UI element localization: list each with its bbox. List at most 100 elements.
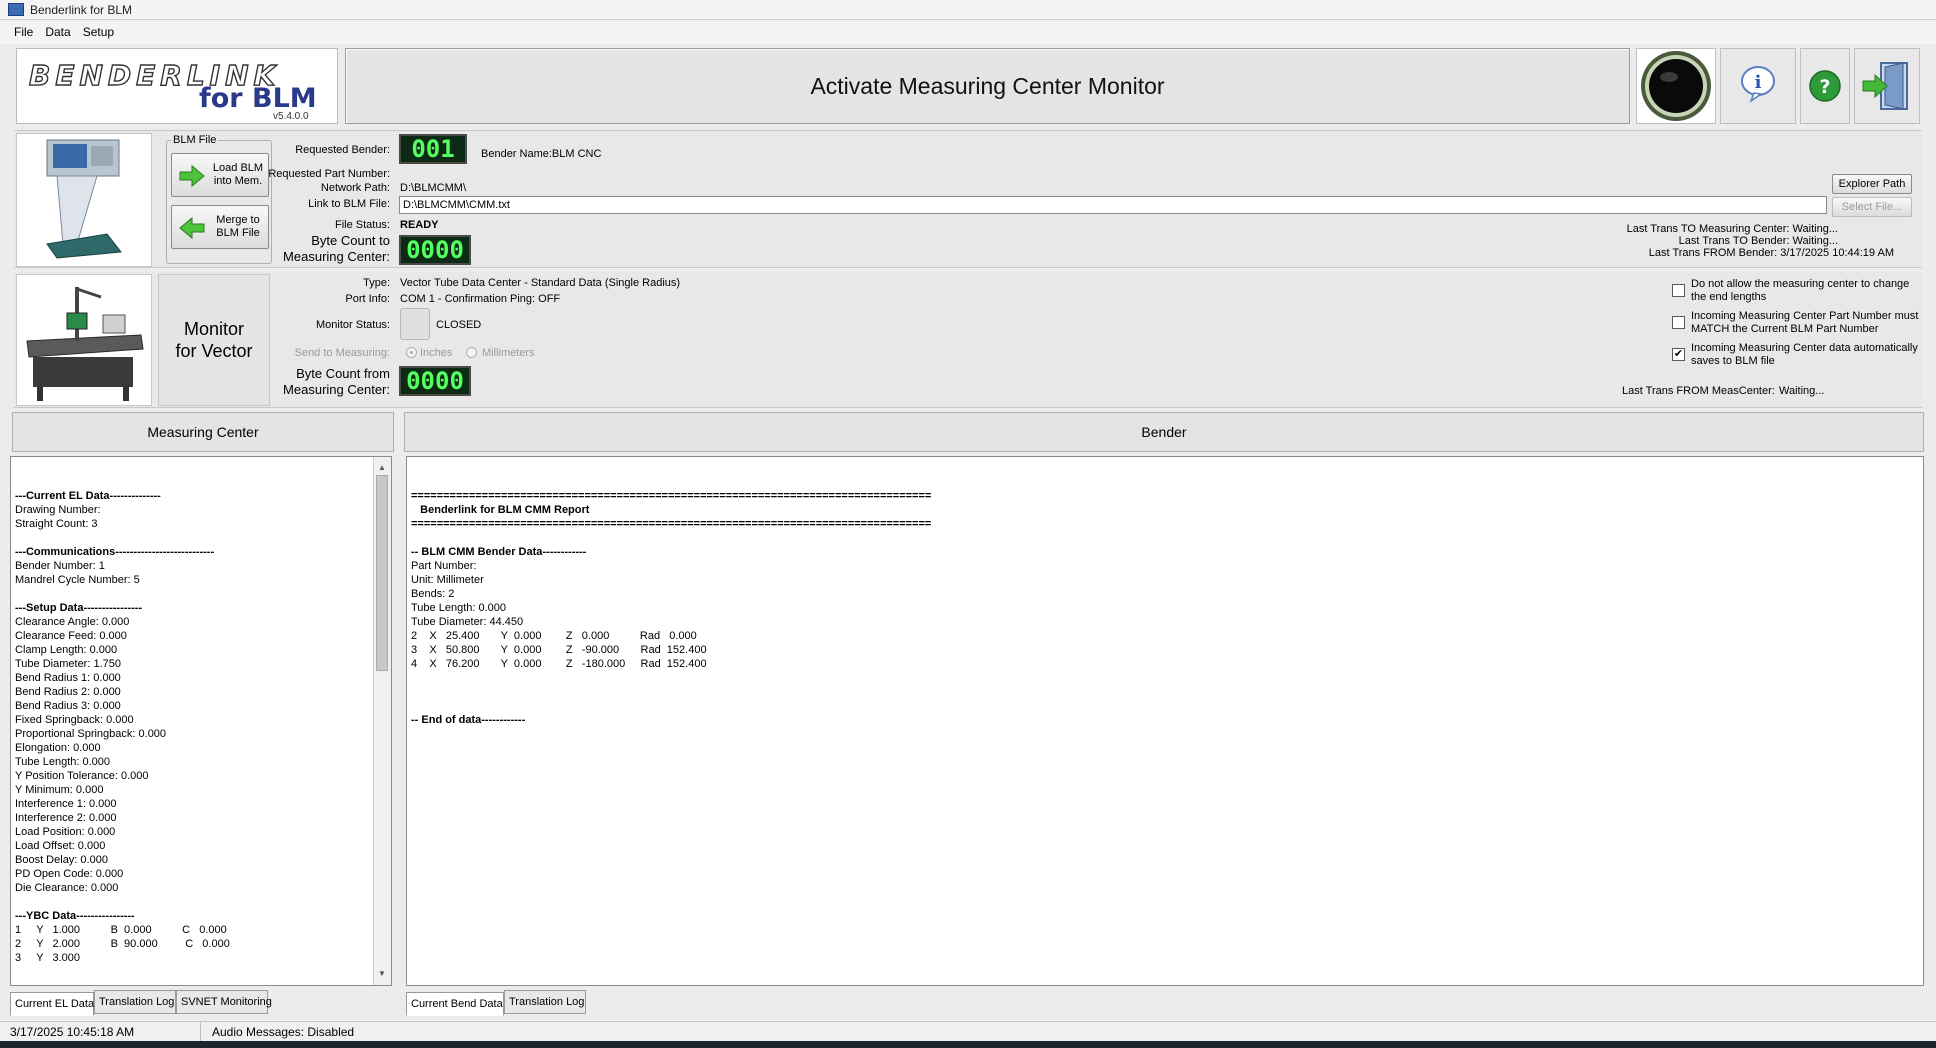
millimeters-label: Millimeters — [482, 347, 535, 359]
text-line: Tube Length: 0.000 — [15, 756, 111, 768]
bender-header: Bender — [404, 412, 1924, 452]
byte-count-from-display: 0000 — [399, 366, 471, 396]
monitor-title-2: for Vector — [175, 341, 253, 361]
send-to-measuring-label: Send to Measuring: — [294, 347, 390, 359]
inches-radio[interactable] — [406, 347, 417, 358]
menu-data[interactable]: Data — [39, 22, 76, 39]
opt-autosave-label-2: saves to BLM file — [1691, 355, 1775, 367]
tab-mc-translation-log[interactable]: Translation Log — [94, 990, 176, 1014]
activate-monitor-banner[interactable]: Activate Measuring Center Monitor — [345, 48, 1630, 124]
record-icon — [1641, 51, 1711, 121]
bender-machine-image — [16, 133, 152, 267]
file-status-value: READY — [400, 219, 439, 231]
monitor-title-1: Monitor — [183, 319, 245, 339]
text-line: Elongation: 0.000 — [15, 742, 101, 754]
scroll-down-icon[interactable]: ▼ — [378, 967, 386, 981]
info-button[interactable]: i — [1720, 48, 1796, 124]
byte-count-from-label-1: Byte Count from — [296, 366, 390, 381]
scroll-thumb[interactable] — [376, 475, 388, 671]
version-label: v5.4.0.0 — [273, 111, 309, 122]
text-line: Bender Number: 1 — [15, 560, 105, 572]
byte-count-from-label-2: Measuring Center: — [283, 382, 390, 397]
explorer-path-button[interactable]: Explorer Path — [1832, 174, 1912, 194]
text-line: 2 X 25.400 Y 0.000 Z 0.000 Rad 0.000 — [411, 630, 697, 642]
text-line: Tube Diameter: 1.750 — [15, 658, 121, 670]
text-line: Tube Length: 0.000 — [411, 602, 507, 614]
select-file-button[interactable]: Select File... — [1832, 197, 1912, 217]
text-line: 4 X 76.200 Y 0.000 Z -180.000 Rad 152.40… — [411, 658, 707, 670]
record-button[interactable] — [1636, 48, 1716, 124]
requested-bender-display: 001 — [399, 134, 467, 164]
link-file-label: Link to BLM File: — [308, 198, 390, 210]
logo-subtext: for BLM — [199, 83, 317, 114]
text-line: ---Communications-----------------------… — [15, 546, 215, 558]
byte-count-to-label-2: Measuring Center: — [283, 249, 390, 264]
opt-autosave-checkbox[interactable]: ✔ — [1672, 348, 1685, 361]
bender-name: Bender Name:BLM CNC — [481, 148, 602, 160]
text-line: -- End of data------------ — [411, 714, 526, 726]
app-icon — [8, 3, 24, 16]
link-file-field[interactable]: D:\BLMCMM\CMM.txt — [399, 196, 1827, 214]
page-title: Activate Measuring Center Monitor — [810, 73, 1165, 99]
requested-bender-label: Requested Bender: — [295, 144, 390, 156]
millimeters-radio[interactable] — [466, 347, 477, 358]
type-value: Vector Tube Data Center - Standard Data … — [400, 277, 681, 289]
opt-end-lengths-checkbox[interactable] — [1672, 284, 1685, 297]
text-line: Straight Count: 3 — [15, 518, 98, 530]
blm-file-group-label: BLM File — [171, 134, 219, 146]
text-line: Interference 2: 0.000 — [15, 812, 117, 824]
opt-match-part-checkbox[interactable] — [1672, 316, 1685, 329]
svg-text:?: ? — [1819, 76, 1830, 98]
info-icon: i — [1741, 66, 1775, 104]
port-info-value: COM 1 - Confirmation Ping: OFF — [400, 293, 561, 305]
text-line: Part Number: — [411, 560, 477, 572]
measuring-center-image — [16, 274, 152, 406]
tab-current-el-data[interactable]: Current EL Data — [10, 992, 94, 1016]
exit-button[interactable] — [1854, 48, 1920, 124]
last-trans-from-bender: Last Trans FROM Bender: 3/17/2025 10:44:… — [1648, 247, 1894, 259]
text-line: Proportional Springback: 0.000 — [15, 728, 167, 740]
text-line: Fixed Springback: 0.000 — [15, 714, 134, 726]
text-line: 3 X 50.800 Y 0.000 Z -90.000 Rad 152.400 — [411, 644, 707, 656]
menu-bar: File Data Setup — [0, 22, 1936, 44]
monitor-status-value: CLOSED — [436, 319, 482, 331]
menu-file[interactable]: File — [8, 22, 39, 39]
taskbar — [0, 1041, 1936, 1048]
measuring-center-scrollbar[interactable]: ▲ ▼ — [373, 457, 391, 985]
text-line: Mandrel Cycle Number: 5 — [15, 574, 140, 586]
text-line: Bend Radius 3: 0.000 — [15, 700, 121, 712]
byte-count-to-label-1: Byte Count to — [311, 233, 390, 248]
text-line: ---YBC Data---------------- — [15, 910, 135, 922]
tab-bender-translation-log[interactable]: Translation Log — [504, 990, 586, 1014]
opt-end-lengths-label-1: Do not allow the measuring center to cha… — [1691, 278, 1910, 290]
measuring-center-text[interactable]: ---Current EL Data-------------- Drawing… — [10, 456, 392, 986]
opt-match-part-label-2: MATCH the Current BLM Part Number — [1691, 323, 1879, 335]
text-line: Clearance Angle: 0.000 — [15, 616, 130, 628]
text-line: Die Clearance: 0.000 — [15, 882, 119, 894]
menu-setup[interactable]: Setup — [77, 22, 120, 39]
inches-label: Inches — [420, 347, 453, 359]
load-blm-button[interactable]: Load BLM into Mem. — [171, 153, 269, 197]
text-line: Clamp Length: 0.000 — [15, 644, 118, 656]
text-line: ========================================… — [411, 518, 932, 530]
monitor-status-indicator — [400, 308, 430, 340]
merge-blm-button[interactable]: Merge to BLM File — [171, 205, 269, 249]
file-status-label: File Status: — [334, 219, 390, 231]
text-line: Y Position Tolerance: 0.000 — [15, 770, 149, 782]
measuring-center-content: ---Current EL Data-------------- Drawing… — [15, 489, 387, 985]
network-path-value: D:\BLMCMM\ — [400, 182, 466, 194]
tab-svnet-monitoring[interactable]: SVNET Monitoring — [176, 990, 272, 1014]
tab-current-bend-data[interactable]: Current Bend Data — [406, 992, 504, 1016]
text-line: Load Position: 0.000 — [15, 826, 116, 838]
monitor-title-box: Monitor for Vector — [158, 274, 270, 406]
status-bar: 3/17/2025 10:45:18 AM Audio Messages: Di… — [0, 1021, 1936, 1041]
text-line: Y Minimum: 0.000 — [15, 784, 104, 796]
scroll-up-icon[interactable]: ▲ — [378, 461, 386, 475]
text-line: 3 Y 3.000 — [15, 952, 81, 964]
bender-report-text[interactable]: ========================================… — [406, 456, 1924, 986]
monitor-status-label: Monitor Status: — [316, 319, 390, 331]
help-button[interactable]: ? — [1800, 48, 1850, 124]
text-line: Bend Radius 1: 0.000 — [15, 672, 121, 684]
window-title: Benderlink for BLM — [30, 3, 133, 17]
blm-file-group: BLM File Load BLM into Mem. Merge to BLM… — [166, 134, 272, 264]
